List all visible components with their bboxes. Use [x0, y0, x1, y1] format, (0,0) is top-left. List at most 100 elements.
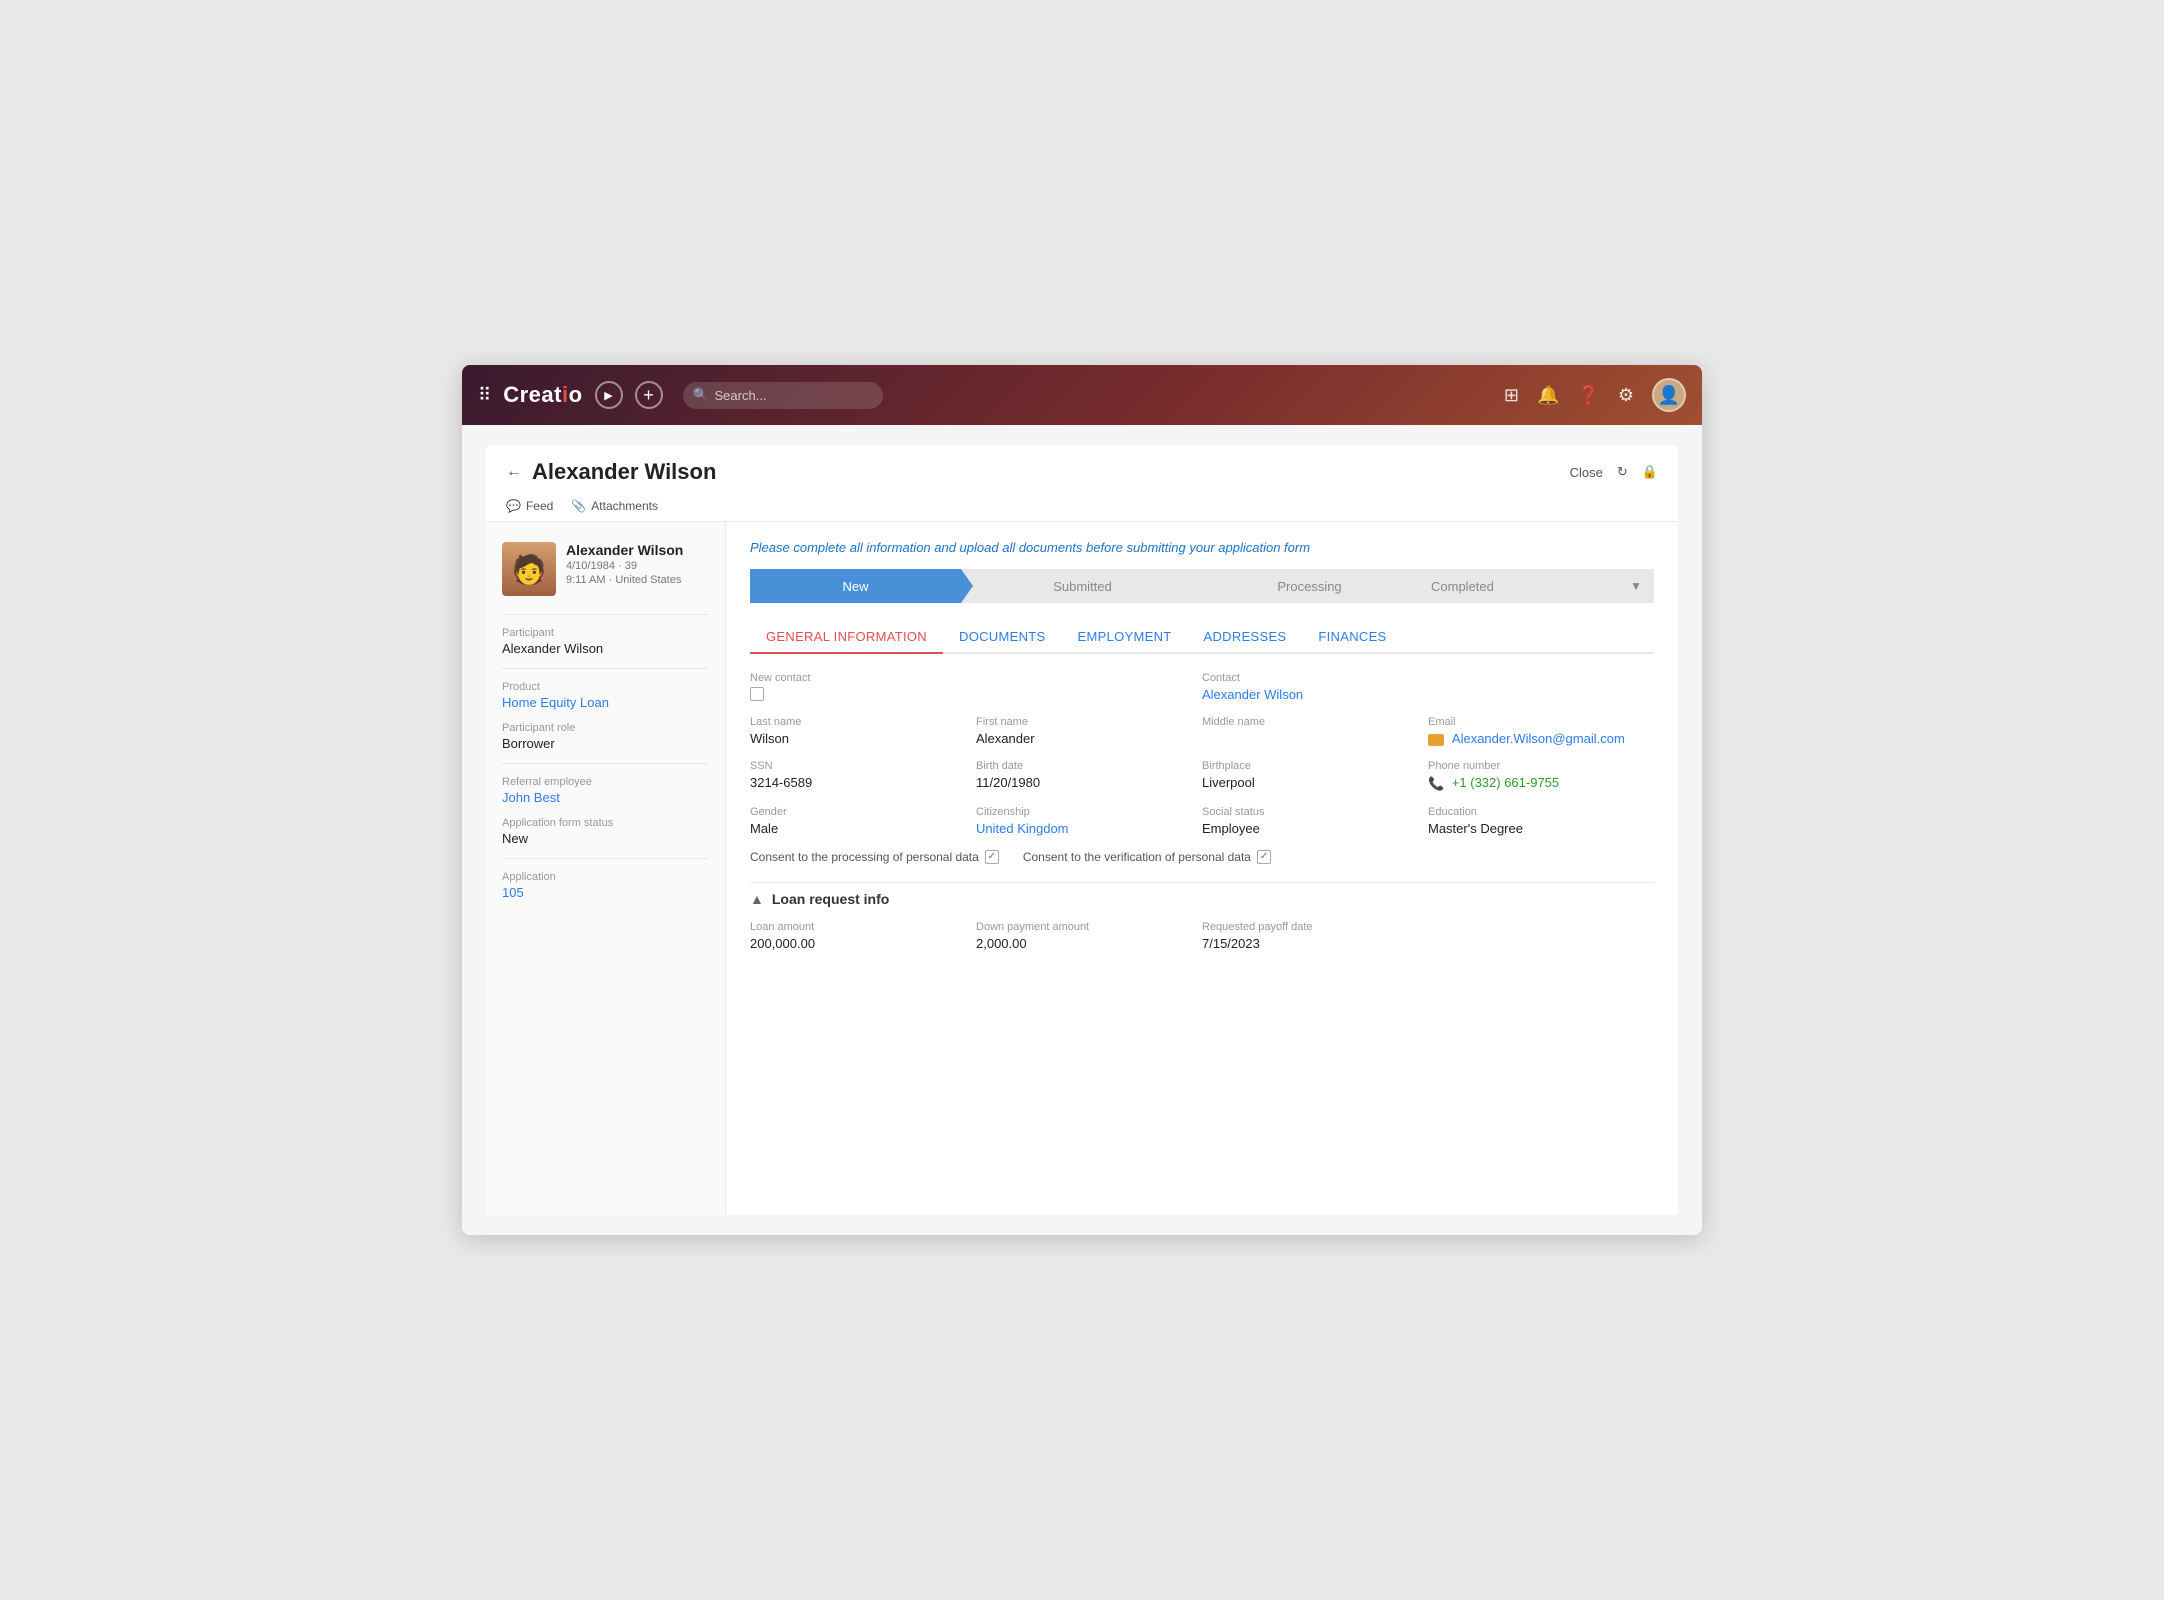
logo-text: Creatio: [503, 382, 582, 408]
search-input[interactable]: [683, 382, 883, 409]
tab-addresses[interactable]: ADDRESSES: [1188, 621, 1303, 654]
consent-verification-label: Consent to the verification of personal …: [1023, 850, 1251, 864]
profile-avatar: 🧑: [502, 542, 556, 596]
sidebar-divider-2: [502, 668, 709, 669]
stage-completed[interactable]: Completed ▼: [1415, 569, 1654, 603]
lock-icon: 🔒: [1642, 464, 1658, 480]
field-payoff-date: Requested payoff date 7/15/2023: [1202, 921, 1428, 951]
field-birthplace: Birthplace Liverpool: [1202, 760, 1428, 792]
product-label: Product: [502, 681, 709, 693]
loan-request-header: ▲ Loan request info: [750, 882, 1654, 907]
grid-icon[interactable]: ⠿: [478, 385, 491, 406]
apps-icon[interactable]: ⊞: [1504, 385, 1519, 406]
field-citizenship: Citizenship United Kingdom: [976, 806, 1202, 836]
participant-label: Participant: [502, 627, 709, 639]
field-social-status: Social status Employee: [1202, 806, 1428, 836]
main-panel: Please complete all information and uplo…: [726, 522, 1678, 1215]
ssn-value: 3214-6589: [750, 775, 960, 790]
form-row-personal: SSN 3214-6589 Birth date 11/20/1980 Birt…: [750, 760, 1654, 792]
stage-pipeline: New Submitted Processing Completed ▼: [750, 569, 1654, 603]
field-first-name: First name Alexander: [976, 716, 1202, 746]
contact-value[interactable]: Alexander Wilson: [1202, 687, 1638, 702]
product-value[interactable]: Home Equity Loan: [502, 695, 709, 710]
referral-label: Referral employee: [502, 776, 709, 788]
sidebar-product-section: Product Home Equity Loan: [502, 681, 709, 710]
sidebar-application-section: Application 105: [502, 871, 709, 900]
lock-button[interactable]: 🔒: [1642, 464, 1658, 480]
phone-value[interactable]: 📞 +1 (332) 661-9755: [1428, 775, 1638, 792]
consent-processing-checkbox[interactable]: [985, 850, 999, 864]
education-label: Education: [1428, 806, 1638, 818]
profile-meta-dob: 4/10/1984 · 39: [566, 560, 683, 572]
help-icon[interactable]: ❓: [1577, 385, 1599, 406]
new-contact-checkbox[interactable]: [750, 687, 764, 701]
tab-finances[interactable]: FINANCES: [1302, 621, 1402, 654]
new-contact-label: New contact: [750, 672, 1186, 684]
top-nav: ⠿ Creatio ▶ + 🔍 ⊞ 🔔 ❓ ⚙ 👤: [462, 365, 1702, 425]
sidebar-divider-4: [502, 858, 709, 859]
avatar-image: 🧑: [502, 542, 556, 596]
tab-general-information[interactable]: GENERAL INFORMATION: [750, 621, 943, 654]
profile-info: Alexander Wilson 4/10/1984 · 39 9:11 AM …: [566, 542, 683, 596]
back-button[interactable]: ←: [506, 463, 522, 481]
field-down-payment: Down payment amount 2,000.00: [976, 921, 1202, 951]
form-row-contact: New contact Contact Alexander Wilson: [750, 672, 1654, 702]
close-button[interactable]: Close: [1570, 465, 1603, 480]
collapse-icon[interactable]: ▲: [750, 891, 764, 907]
ssn-label: SSN: [750, 760, 960, 772]
field-loan-amount: Loan amount 200,000.00: [750, 921, 976, 951]
feed-label: Feed: [526, 499, 553, 513]
gender-value: Male: [750, 821, 960, 836]
referral-value[interactable]: John Best: [502, 790, 709, 805]
bell-icon[interactable]: 🔔: [1537, 385, 1559, 406]
last-name-label: Last name: [750, 716, 960, 728]
gender-label: Gender: [750, 806, 960, 818]
field-education: Education Master's Degree: [1428, 806, 1654, 836]
citizenship-value[interactable]: United Kingdom: [976, 821, 1186, 836]
birth-date-label: Birth date: [976, 760, 1186, 772]
education-value: Master's Degree: [1428, 821, 1638, 836]
stage-new[interactable]: New: [750, 569, 961, 603]
application-value[interactable]: 105: [502, 885, 709, 900]
attachments-link[interactable]: 📎 Attachments: [571, 499, 658, 513]
add-button[interactable]: +: [635, 381, 663, 409]
sidebar-divider-1: [502, 614, 709, 615]
consent-processing-item: Consent to the processing of personal da…: [750, 850, 999, 864]
main-layout: 🧑 Alexander Wilson 4/10/1984 · 39 9:11 A…: [486, 522, 1678, 1215]
field-birth-date: Birth date 11/20/1980: [976, 760, 1202, 792]
loan-amount-label: Loan amount: [750, 921, 960, 933]
loan-amount-value: 200,000.00: [750, 936, 960, 951]
first-name-label: First name: [976, 716, 1186, 728]
avatar[interactable]: 👤: [1652, 378, 1686, 412]
profile-meta-time: 9:11 AM · United States: [566, 574, 683, 586]
consent-verification-checkbox[interactable]: [1257, 850, 1271, 864]
field-ssn: SSN 3214-6589: [750, 760, 976, 792]
stage-submitted-label: Submitted: [1053, 579, 1112, 594]
last-name-value: Wilson: [750, 731, 960, 746]
field-phone: Phone number 📞 +1 (332) 661-9755: [1428, 760, 1654, 792]
settings-icon[interactable]: ⚙: [1618, 385, 1634, 406]
birthplace-label: Birthplace: [1202, 760, 1412, 772]
sidebar-participant-section: Participant Alexander Wilson: [502, 627, 709, 656]
email-label: Email: [1428, 716, 1638, 728]
page-header-sub: 💬 Feed 📎 Attachments: [506, 493, 1658, 521]
app-logo[interactable]: Creatio: [503, 382, 582, 408]
search-wrapper: 🔍: [683, 382, 883, 409]
stage-new-label: New: [842, 579, 868, 594]
first-name-value: Alexander: [976, 731, 1186, 746]
form-row-names: Last name Wilson First name Alexander Mi…: [750, 716, 1654, 746]
tab-employment[interactable]: EMPLOYMENT: [1061, 621, 1187, 654]
email-text[interactable]: Alexander.Wilson@gmail.com: [1452, 731, 1625, 746]
sidebar-profile: 🧑 Alexander Wilson 4/10/1984 · 39 9:11 A…: [502, 542, 709, 596]
stage-dropdown-icon[interactable]: ▼: [1630, 579, 1642, 593]
play-button[interactable]: ▶: [595, 381, 623, 409]
stage-submitted[interactable]: Submitted: [961, 569, 1188, 603]
tab-bar: GENERAL INFORMATION DOCUMENTS EMPLOYMENT…: [750, 621, 1654, 654]
feed-link[interactable]: 💬 Feed: [506, 499, 553, 513]
payoff-date-value: 7/15/2023: [1202, 936, 1412, 951]
participant-value: Alexander Wilson: [502, 641, 709, 656]
stage-processing[interactable]: Processing: [1188, 569, 1415, 603]
tab-documents[interactable]: DOCUMENTS: [943, 621, 1061, 654]
page-title: Alexander Wilson: [532, 459, 716, 485]
refresh-button[interactable]: ↻: [1617, 464, 1628, 480]
